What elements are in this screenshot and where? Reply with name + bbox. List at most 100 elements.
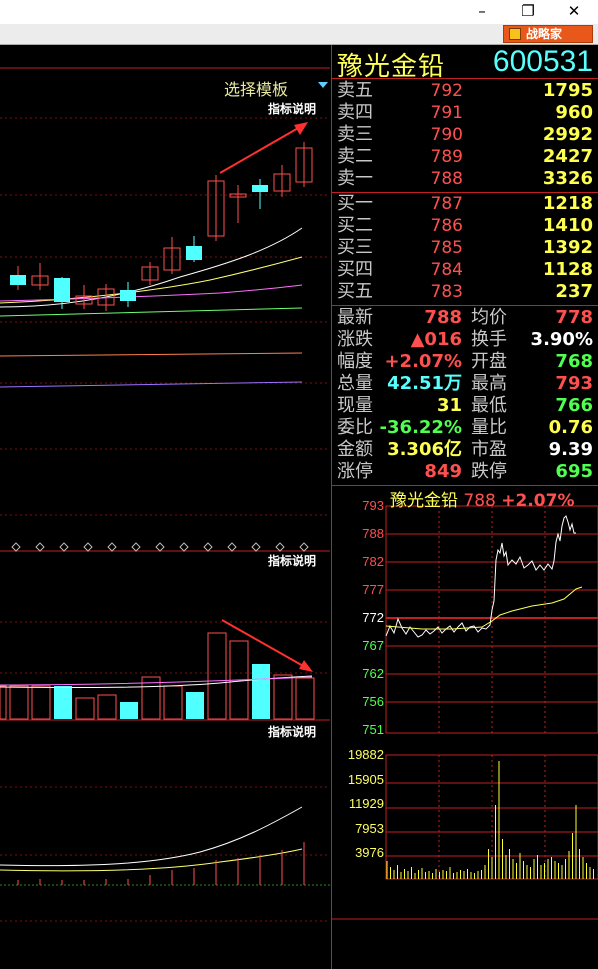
quote-row: 委比 -36.22% 量比 0.76 [332, 417, 598, 439]
quote-value: 31 [436, 395, 462, 416]
price-axis-label: 756 [362, 694, 384, 709]
order-price: 789 [430, 147, 463, 167]
buy-row-4[interactable]: 买四 784 1128 [332, 259, 598, 281]
buy-row-2[interactable]: 买二 786 1410 [332, 215, 598, 237]
candle [10, 275, 26, 285]
arrow-head [299, 660, 313, 672]
order-label: 买一 [337, 193, 373, 214]
order-price: 783 [430, 282, 463, 302]
volume-axis-label: 3976 [355, 845, 384, 860]
price-axis-label: 751 [362, 722, 384, 737]
quote-label: 开盘 [471, 351, 507, 372]
intraday-title: 豫光金铅 788 +2.07% [390, 486, 575, 511]
order-price: 792 [430, 81, 463, 101]
toolbar: 战略家 [0, 24, 598, 45]
indicator-note-link-main[interactable]: 指标说明 [267, 100, 318, 117]
order-price: 791 [430, 103, 463, 123]
trend-arrow-up [219, 126, 301, 174]
window-titlebar: – ❐ ✕ [0, 0, 598, 24]
intraday-change: +2.07% [501, 491, 575, 511]
quote-label: 幅度 [337, 351, 373, 372]
quote-value: 3.90% [530, 329, 593, 350]
indicator-line-yellow [0, 848, 303, 872]
ma60-line [0, 352, 303, 357]
intraday-volume-bars [386, 761, 594, 879]
buy-row-1[interactable]: 买一 787 1218 [332, 193, 598, 215]
order-label: 买三 [337, 237, 373, 258]
quote-value: ▲016 [410, 329, 462, 350]
volume-axis-label: 11929 [348, 796, 384, 811]
intraday-stock-name: 豫光金铅 [390, 491, 458, 511]
order-label: 卖四 [337, 102, 373, 123]
quote-label: 涨停 [337, 461, 373, 482]
indicator-note-link-volume[interactable]: 指标说明 [267, 552, 318, 569]
quote-label: 现量 [337, 395, 373, 416]
order-volume: 2427 [542, 146, 593, 167]
kline-chart-area[interactable]: 选择模板 指标说明 指标说明 指标说明 [0, 45, 330, 969]
price-axis-label: 762 [362, 666, 384, 681]
quote-label: 量比 [471, 417, 507, 438]
quote-value: 788 [424, 307, 462, 328]
strategist-button[interactable]: 战略家 [503, 25, 593, 43]
template-select[interactable]: 选择模板 [224, 76, 288, 100]
price-frame [385, 505, 598, 734]
order-price: 785 [430, 238, 463, 258]
ma20-line [0, 284, 303, 302]
candle [120, 290, 136, 301]
sell-row-1[interactable]: 卖一 788 3326 [332, 168, 598, 190]
quote-row: 幅度 +2.07% 开盘 768 [332, 351, 598, 373]
quote-value: 695 [555, 461, 593, 482]
order-volume: 1392 [542, 237, 593, 258]
intraday-chart[interactable]: 豫光金铅 788 +2.07% 793 788 782 777 772 767 762 756… [332, 486, 598, 969]
quote-label: 最新 [337, 307, 373, 328]
candles [10, 142, 313, 311]
price-axis-label: 777 [362, 582, 384, 597]
divider [332, 305, 598, 306]
quote-row: 涨停 849 跌停 695 [332, 461, 598, 483]
sell-row-2[interactable]: 卖二 789 2427 [332, 146, 598, 168]
order-price: 790 [430, 125, 463, 145]
ma30-line [0, 307, 303, 317]
quote-value: 849 [424, 461, 462, 482]
sell-row-5[interactable]: 卖五 792 1795 [332, 80, 598, 102]
quote-value: 0.76 [548, 417, 593, 438]
quote-row: 最新 788 均价 778 [332, 307, 598, 329]
volume-grid [0, 621, 330, 674]
intraday-price: 788 [463, 491, 496, 511]
quote-panel: 豫光金铅 600531 卖五 792 1795 卖四 791 960 卖三 79… [331, 45, 598, 969]
order-volume: 960 [555, 102, 593, 123]
price-axis-label: 767 [362, 638, 384, 653]
quote-row: 总量 42.51万 最高 793 [332, 373, 598, 395]
indicator-note-link-macd[interactable]: 指标说明 [267, 723, 318, 740]
kline-chart [0, 67, 330, 922]
order-volume: 1128 [542, 259, 593, 280]
candle [186, 246, 202, 260]
restore-button[interactable]: ❐ [505, 0, 551, 24]
quote-label: 均价 [471, 307, 507, 328]
order-label: 买二 [337, 215, 373, 236]
order-volume: 1410 [542, 215, 593, 236]
arrow-head [294, 122, 308, 135]
volume-axis-label: 15905 [347, 771, 384, 787]
stock-header: 豫光金铅 600531 [332, 45, 598, 82]
dropdown-triangle-icon[interactable] [318, 82, 328, 88]
quote-value: +2.07% [384, 351, 462, 372]
volume-axis-label: 19882 [347, 747, 384, 762]
buy-row-3[interactable]: 买三 785 1392 [332, 237, 598, 259]
quote-label: 委比 [337, 417, 373, 438]
quote-value: 3.306亿 [387, 439, 462, 460]
minimize-button[interactable]: – [459, 0, 505, 24]
order-label: 卖五 [337, 80, 373, 101]
quote-label: 换手 [471, 329, 507, 350]
order-label: 卖一 [337, 168, 373, 189]
close-button[interactable]: ✕ [551, 0, 597, 24]
sell-row-3[interactable]: 卖三 790 2992 [332, 124, 598, 146]
order-volume: 1795 [542, 80, 593, 101]
order-price: 786 [430, 216, 463, 236]
buy-row-5[interactable]: 买五 783 237 [332, 281, 598, 303]
quote-label: 总量 [337, 373, 373, 394]
quote-label: 最高 [471, 373, 507, 394]
sell-row-4[interactable]: 卖四 791 960 [332, 102, 598, 124]
order-label: 卖二 [337, 146, 373, 167]
price-grid-v [438, 506, 546, 733]
